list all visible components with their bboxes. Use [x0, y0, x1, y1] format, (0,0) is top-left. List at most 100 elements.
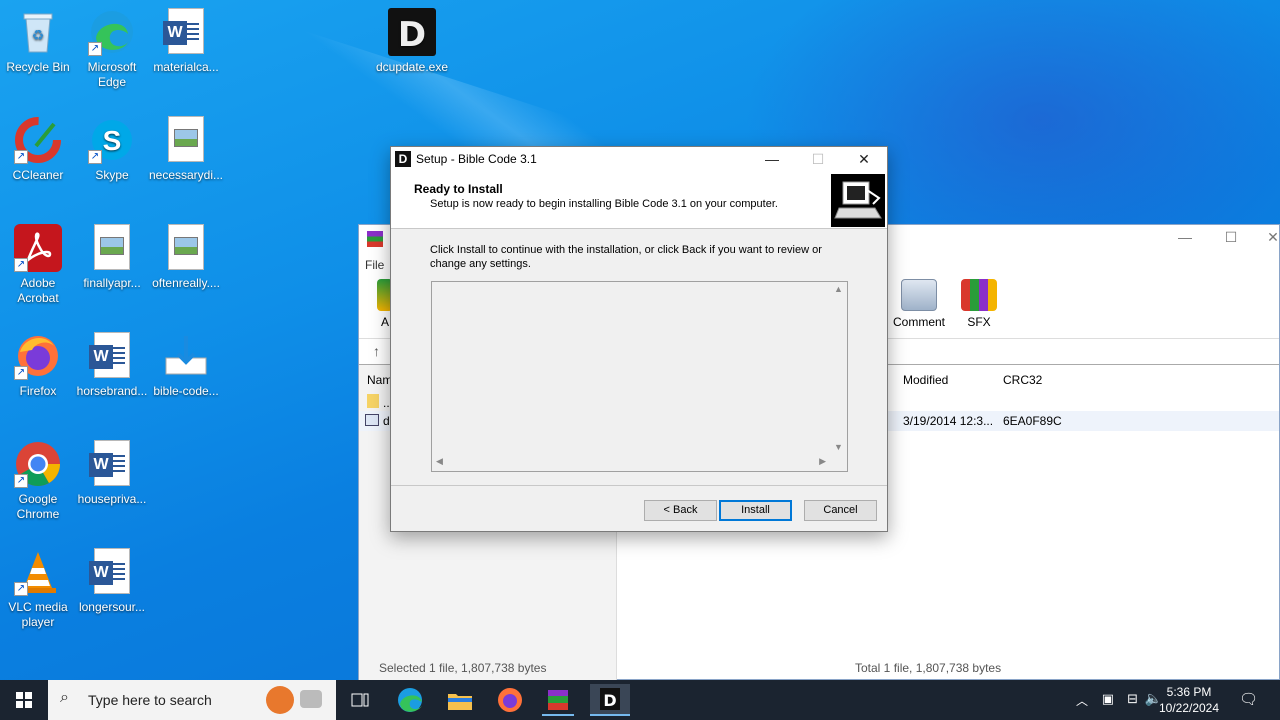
word-document-icon: W	[88, 332, 136, 380]
desktop-icon-oftenreally[interactable]: oftenreally....	[148, 218, 224, 291]
desktop-icon-label: Recycle Bin	[6, 60, 70, 74]
edge-icon: ↗	[88, 8, 136, 56]
back-button[interactable]: < Back	[644, 500, 717, 521]
shortcut-arrow-icon: ↗	[14, 150, 28, 164]
whistle-icon	[300, 690, 322, 708]
desktop-icon-label: CCleaner	[12, 168, 64, 182]
search-icon: ⌕	[60, 689, 69, 706]
maximize-icon[interactable]: ☐	[1211, 229, 1251, 249]
desktop-icon-bible-code[interactable]: bible-code...	[148, 326, 224, 399]
desktop-icon-label: Microsoft Edge	[87, 60, 137, 89]
up-arrow-icon[interactable]: ↑	[373, 343, 380, 359]
scroll-down-icon[interactable]: ▼	[834, 442, 843, 452]
desktop-icon-label: dcupdate.exe	[375, 60, 449, 74]
folder-icon	[367, 394, 379, 408]
desktop-icon-ccleaner[interactable]: ↗ CCleaner	[0, 110, 76, 183]
desktop-icon-label: Adobe Acrobat	[17, 276, 59, 305]
desktop-icon-label: horsebrand...	[76, 384, 148, 398]
desktop-icon-google-chrome[interactable]: ↗ Google Chrome	[0, 434, 76, 522]
image-file-icon	[162, 224, 210, 272]
desktop: ♻ Recycle Bin ↗ CCleaner ↗ Adobe Acrobat…	[0, 0, 1280, 680]
meet-now-icon[interactable]: ▣	[1102, 691, 1114, 707]
task-view-icon[interactable]	[344, 684, 376, 716]
column-modified[interactable]: Modified	[903, 373, 948, 387]
edge-taskbar-icon[interactable]	[394, 684, 426, 716]
desktop-icon-label: longersour...	[78, 600, 146, 614]
minimize-icon[interactable]: —	[749, 147, 795, 171]
menu-file[interactable]: File	[365, 258, 384, 272]
start-button[interactable]	[0, 680, 48, 720]
toolbar-comment-button[interactable]: Comment	[889, 279, 949, 329]
svg-text:S: S	[103, 125, 122, 156]
word-document-icon: W	[88, 548, 136, 596]
tray-overflow-chevron-icon[interactable]: ︿	[1076, 692, 1088, 709]
winrar-taskbar-icon[interactable]	[542, 684, 574, 716]
ccleaner-icon: ↗	[14, 116, 62, 164]
shortcut-arrow-icon: ↗	[14, 366, 28, 380]
minimize-icon[interactable]: —	[1165, 229, 1205, 249]
vlc-icon: ↗	[14, 548, 62, 596]
desktop-icon-label: VLC media player	[8, 600, 68, 629]
desktop-icon-vlc[interactable]: ↗ VLC media player	[0, 542, 76, 630]
exe-file-icon	[365, 414, 379, 426]
desktop-icon-materialca[interactable]: W materialca...	[148, 2, 224, 75]
desktop-icon-microsoft-edge[interactable]: ↗ Microsoft Edge	[74, 2, 150, 90]
desktop-icon-recycle-bin[interactable]: ♻ Recycle Bin	[0, 2, 76, 75]
close-icon[interactable]: ✕	[841, 147, 887, 171]
scroll-left-icon[interactable]: ◀	[436, 456, 443, 467]
column-name[interactable]: Nam	[367, 373, 392, 387]
svg-text:D: D	[398, 15, 426, 55]
desktop-icon-dcupdate[interactable]: D dcupdate.exe	[374, 2, 450, 75]
desktop-icon-horsebrand[interactable]: W horsebrand...	[74, 326, 150, 399]
divider	[391, 485, 887, 486]
cancel-button[interactable]: Cancel	[804, 500, 877, 521]
skype-icon: S ↗	[88, 116, 136, 164]
setup-title-bar[interactable]: D Setup - Bible Code 3.1 — ☐ ✕	[391, 147, 887, 171]
desktop-icon-skype[interactable]: S ↗ Skype	[74, 110, 150, 183]
clock[interactable]: 5:36 PM 10/22/2024	[1154, 684, 1224, 716]
page-subheading: Setup is now ready to begin installing B…	[430, 198, 778, 210]
installer-computer-icon	[831, 174, 885, 227]
shortcut-arrow-icon: ↗	[88, 42, 102, 56]
dcupdate-app-icon: D	[388, 8, 436, 56]
toolbar-sfx-button[interactable]: SFX	[949, 279, 1009, 329]
notifications-icon[interactable]: 🗨	[1239, 690, 1258, 708]
column-crc32[interactable]: CRC32	[1003, 373, 1042, 387]
taskbar-search-box[interactable]: ⌕ Type here to search	[48, 680, 336, 720]
firefox-icon: ↗	[14, 332, 62, 380]
vertical-scrollbar[interactable]: ▲ ▼	[830, 282, 847, 454]
desktop-icon-longersour[interactable]: W longersour...	[74, 542, 150, 615]
shortcut-arrow-icon: ↗	[14, 258, 28, 272]
desktop-icon-housepriva[interactable]: W housepriva...	[74, 434, 150, 507]
desktop-icon-label: Firefox	[19, 384, 57, 398]
page-heading: Ready to Install	[414, 182, 503, 196]
taskbar: ⌕ Type here to search D ︿ ▣ ⊟ 🔈 5:36 PM …	[0, 680, 1280, 720]
winrar-app-icon	[367, 231, 383, 247]
scroll-right-icon[interactable]: ▶	[819, 456, 826, 467]
settings-memo-box[interactable]: ▲ ▼ ◀ ▶	[431, 281, 848, 472]
setup-header: Ready to Install Setup is now ready to b…	[391, 171, 887, 229]
network-icon[interactable]: ⊟	[1127, 691, 1138, 707]
desktop-icon-finallyapr[interactable]: finallyapr...	[74, 218, 150, 291]
svg-text:D: D	[603, 691, 616, 710]
close-icon[interactable]: ✕	[1253, 229, 1280, 249]
horizontal-scrollbar[interactable]: ◀ ▶	[432, 454, 830, 471]
desktop-icon-label: finallyapr...	[83, 276, 141, 290]
desktop-icon-label: housepriva...	[77, 492, 147, 506]
desktop-icon-label: Skype	[95, 168, 129, 182]
file-explorer-icon[interactable]	[444, 684, 476, 716]
scroll-up-icon[interactable]: ▲	[834, 284, 843, 294]
install-button[interactable]: Install	[719, 500, 792, 521]
recycle-bin-icon: ♻	[14, 8, 62, 56]
image-file-icon	[88, 224, 136, 272]
firefox-taskbar-icon[interactable]	[494, 684, 526, 716]
shortcut-arrow-icon: ↗	[14, 582, 28, 596]
desktop-icon-firefox[interactable]: ↗ Firefox	[0, 326, 76, 399]
desktop-icon-label: necessarydi...	[148, 168, 224, 182]
desktop-icon-adobe-acrobat[interactable]: ↗ Adobe Acrobat	[0, 218, 76, 306]
desktop-icon-necessarydi[interactable]: necessarydi...	[148, 110, 224, 183]
setup-dialog: D Setup - Bible Code 3.1 — ☐ ✕ Ready to …	[390, 146, 888, 532]
setup-taskbar-icon[interactable]: D	[590, 684, 630, 716]
word-document-icon: W	[162, 8, 210, 56]
image-file-icon	[162, 116, 210, 164]
